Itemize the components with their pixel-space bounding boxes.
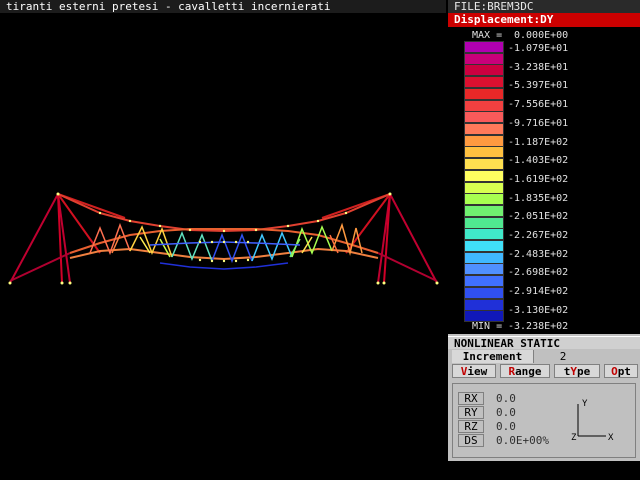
legend-swatch — [464, 64, 504, 77]
legend-swatch — [464, 99, 504, 112]
ry-value[interactable]: 0.0 — [496, 406, 516, 419]
legend-swatch — [464, 52, 504, 65]
rx-value[interactable]: 0.0 — [496, 392, 516, 405]
legend-value: -2.051E+02 — [508, 211, 569, 223]
ds-value[interactable]: 0.0E+00% — [496, 434, 549, 447]
legend-swatch — [464, 298, 504, 311]
legend-value: -7.556E+01 — [508, 99, 569, 111]
legend-value: -2.914E+02 — [508, 286, 569, 298]
legend-value: -1.403E+02 — [508, 155, 569, 167]
increment-value[interactable]: 2 — [540, 350, 586, 363]
legend-value: -2.698E+02 — [508, 267, 569, 279]
legend-swatch — [464, 41, 504, 53]
legend-value: -5.397E+01 — [508, 80, 569, 92]
legend-swatch — [464, 193, 504, 206]
legend-swatch — [464, 169, 504, 182]
increment-label[interactable]: Increment — [452, 350, 534, 363]
view-menu-button[interactable]: View — [452, 364, 496, 378]
analysis-type: NONLINEAR STATIC — [448, 336, 640, 350]
legend-swatch — [464, 216, 504, 229]
legend-value: -9.716E+01 — [508, 117, 569, 129]
model-viewport[interactable] — [0, 13, 446, 461]
legend-swatch — [464, 87, 504, 100]
legend-swatch — [464, 158, 504, 171]
legend-value: -3.130E+02 — [508, 304, 569, 316]
triad-x-label: X — [608, 433, 614, 443]
ry-label: RY — [458, 406, 484, 419]
legend-swatch — [464, 228, 504, 241]
legend-swatch — [464, 122, 504, 135]
options-menu-button[interactable]: Opt — [604, 364, 638, 378]
legend-swatch — [464, 134, 504, 147]
legend-value: -1.079E+01 — [508, 43, 569, 54]
legend-swatch — [464, 251, 504, 264]
legend-max-label: MAX = — [472, 30, 503, 41]
legend-swatch — [464, 76, 504, 89]
legend-value: -1.187E+02 — [508, 136, 569, 148]
legend-min-label: MIN = — [472, 321, 503, 332]
range-menu-button[interactable]: Range — [500, 364, 550, 378]
legend-swatch — [464, 111, 504, 124]
legend-swatch — [464, 240, 504, 253]
file-name-label: FILE:BREM3DC — [448, 0, 640, 13]
type-menu-button[interactable]: tYpe — [554, 364, 600, 378]
bridge-model-drawing — [8, 192, 439, 285]
triad-z-label: Z — [571, 433, 577, 443]
ds-label: DS — [458, 434, 484, 447]
legend-min-value: -3.238E+02 — [508, 321, 569, 332]
legend-swatch — [464, 146, 504, 159]
triad-y-label: Y — [582, 399, 588, 409]
legend-value: -1.835E+02 — [508, 192, 569, 204]
legend-swatch — [464, 263, 504, 276]
legend-value: -2.483E+02 — [508, 248, 569, 260]
rz-label: RZ — [458, 420, 484, 433]
legend-swatch — [464, 286, 504, 299]
legend-swatch — [464, 204, 504, 217]
rx-label: RX — [458, 392, 484, 405]
legend-value: -1.619E+02 — [508, 173, 569, 185]
legend-value: -3.238E+01 — [508, 61, 569, 73]
legend-value: -2.267E+02 — [508, 230, 569, 241]
viewport-title: tiranti esterni pretesi - cavalletti inc… — [0, 0, 446, 13]
axis-triad-icon: Y Z X — [571, 399, 614, 443]
legend-swatch — [464, 275, 504, 288]
legend-max-value: 0.000E+00 — [514, 30, 569, 41]
rz-value[interactable]: 0.0 — [496, 420, 516, 433]
legend-swatch — [464, 181, 504, 194]
result-type-header[interactable]: Displacement:DY — [448, 13, 640, 27]
